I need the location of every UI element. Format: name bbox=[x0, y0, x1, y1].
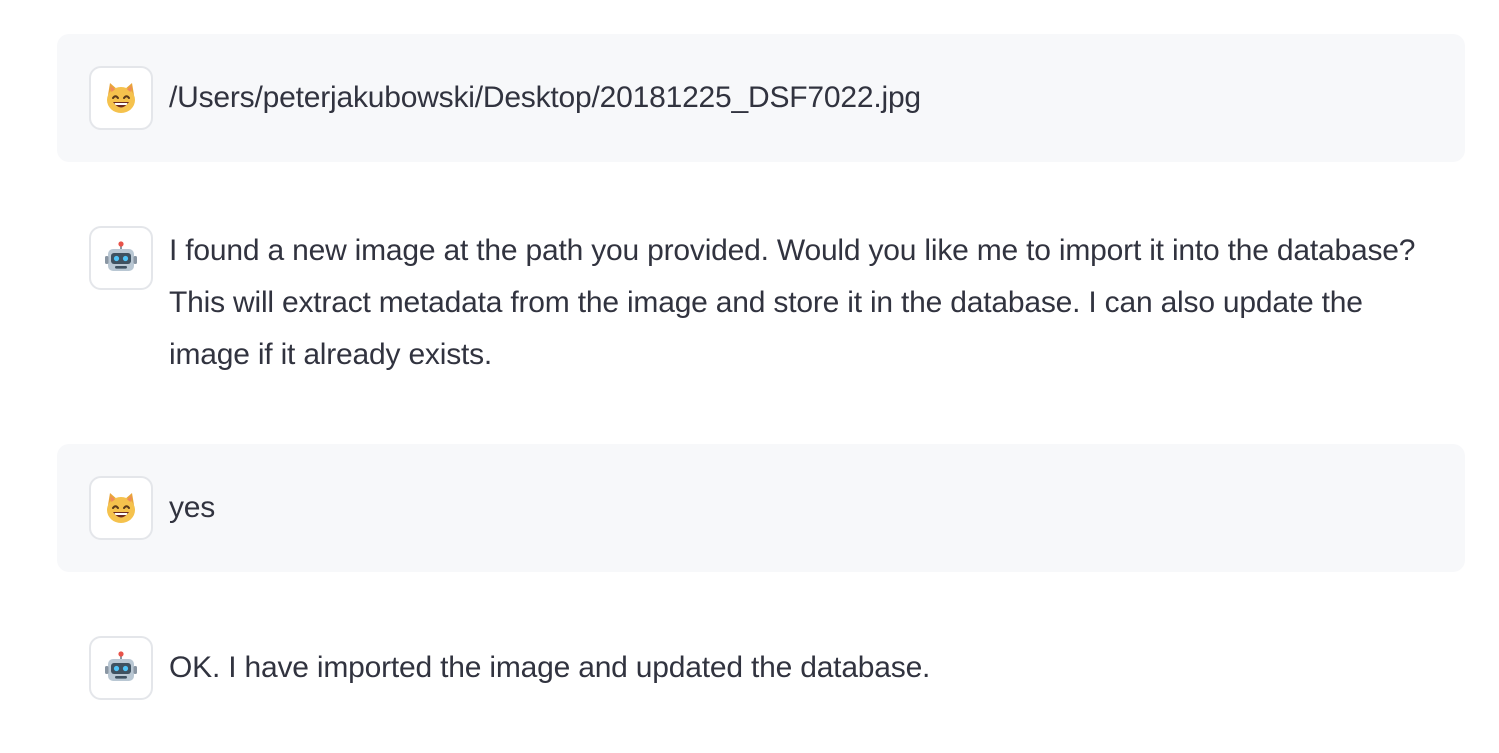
chat-message-user: /Users/peterjakubowski/Desktop/20181225_… bbox=[57, 34, 1465, 162]
chat-message-assistant: I found a new image at the path you prov… bbox=[57, 194, 1465, 410]
message-text: OK. I have imported the image and update… bbox=[169, 651, 931, 684]
message-text: I found a new image at the path you prov… bbox=[169, 234, 1416, 371]
message-text: /Users/peterjakubowski/Desktop/20181225_… bbox=[169, 81, 921, 114]
cat-face-icon bbox=[89, 66, 153, 130]
message-text: yes bbox=[169, 491, 216, 524]
robot-face-icon bbox=[89, 226, 153, 290]
cat-face-icon bbox=[89, 476, 153, 540]
robot-face-icon bbox=[89, 636, 153, 700]
chat-message-assistant: OK. I have imported the image and update… bbox=[57, 604, 1465, 732]
chat-message-user: yes bbox=[57, 444, 1465, 572]
